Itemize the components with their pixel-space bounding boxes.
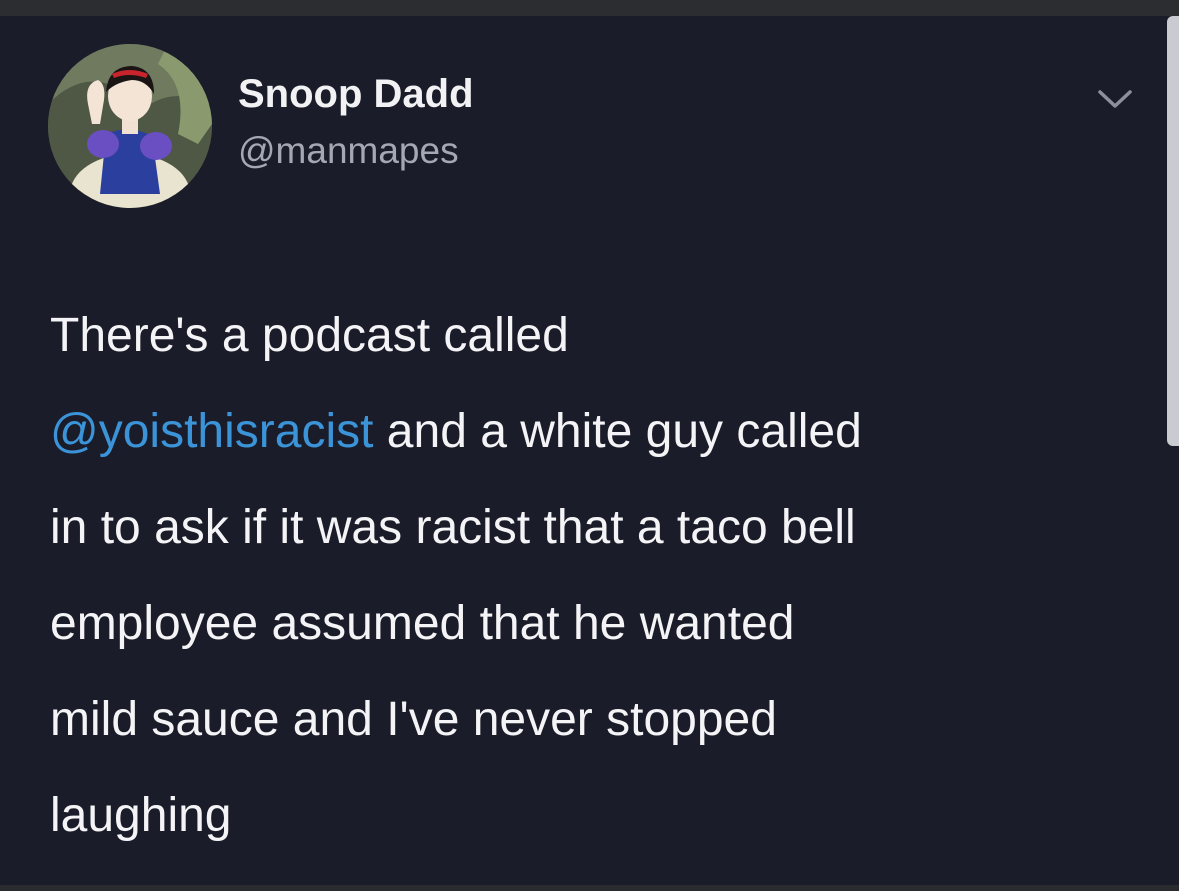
tweet-line: in to ask if it was racist that a taco b… bbox=[50, 480, 1140, 576]
tweet-text-segment: mild sauce and I've never stopped bbox=[50, 693, 777, 746]
tweet-line: @yoisthisracist and a white guy called bbox=[50, 384, 1140, 480]
scrollbar[interactable] bbox=[1167, 16, 1179, 446]
tweet-text-segment: in to ask if it was racist that a taco b… bbox=[50, 501, 856, 554]
author-display-name[interactable]: Snoop Dadd bbox=[238, 72, 474, 117]
tweet-line: There's a podcast called bbox=[50, 288, 1140, 384]
tweet-line: mild sauce and I've never stopped bbox=[50, 672, 1140, 768]
tweet-text-segment: laughing bbox=[50, 789, 232, 842]
tweet-text: There's a podcast called @yoisthisracist… bbox=[50, 288, 1140, 864]
avatar[interactable] bbox=[48, 44, 212, 208]
chevron-down-icon[interactable] bbox=[1094, 84, 1136, 114]
author-handle[interactable]: @manmapes bbox=[238, 130, 459, 172]
tweet-text-segment: employee assumed that he wanted bbox=[50, 597, 795, 650]
tweet-line: employee assumed that he wanted bbox=[50, 576, 1140, 672]
mention-link[interactable]: @yoisthisracist bbox=[50, 405, 373, 458]
tweet-screenshot: Snoop Dadd @manmapes There's a podcast c… bbox=[0, 0, 1179, 891]
window-top-bar bbox=[0, 0, 1179, 16]
tweet-text-segment: and a white guy called bbox=[373, 405, 862, 458]
tweet-line: laughing bbox=[50, 768, 1140, 864]
tweet-text-segment: There's a podcast called bbox=[50, 309, 569, 362]
window-bottom-bar bbox=[0, 885, 1179, 891]
